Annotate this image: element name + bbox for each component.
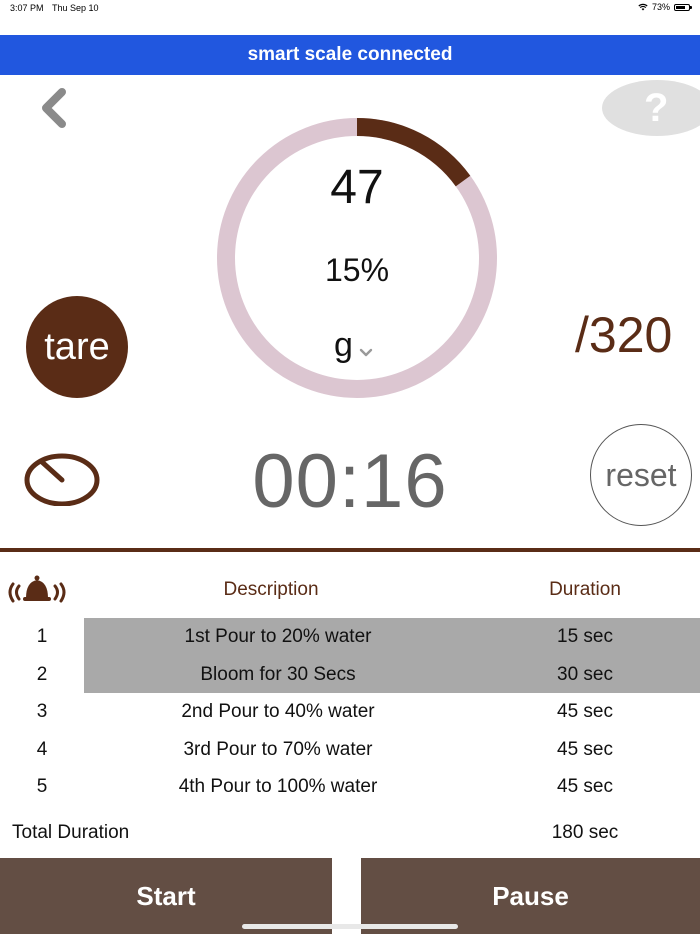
step-duration: 15 sec [557,626,613,647]
pause-button[interactable]: Pause [361,858,700,934]
battery-percent: 73% [651,2,670,12]
question-mark-icon: ? [644,86,669,130]
step-number: 1 [36,626,48,647]
status-date: Thu Sep 10 [52,3,99,13]
step-duration: 45 sec [557,701,613,722]
step-number: 2 [36,663,48,685]
step-row[interactable]: 3 2nd Pour to 40% water 45 sec [0,693,700,731]
step-description: 4th Pour to 100% water [178,776,378,797]
step-description: 2nd Pour to 40% water [181,701,375,722]
start-label: Start [136,880,196,911]
column-header-duration: Duration [549,579,621,600]
step-description: Bloom for 30 Secs [200,663,356,685]
step-number: 5 [36,776,48,797]
step-row[interactable]: 5 4th Pour to 100% water 45 sec [0,768,700,806]
start-button[interactable]: Start [0,858,332,934]
reset-button[interactable]: reset [590,424,692,526]
step-number: 3 [36,701,48,722]
step-description: 1st Pour to 20% water [184,626,372,647]
step-row[interactable]: 1 1st Pour to 20% water 15 sec [0,618,700,656]
unit-selector[interactable]: g [334,326,353,365]
step-row[interactable]: 4 3rd Pour to 70% water 45 sec [0,731,700,769]
chevron-down-icon[interactable] [359,345,373,361]
back-button[interactable] [34,86,72,130]
total-duration-value: 180 sec [551,822,619,843]
step-description: 3rd Pour to 70% water [183,738,373,760]
total-duration-label: Total Duration [12,822,130,843]
pause-label: Pause [492,880,569,911]
step-row[interactable]: 2 Bloom for 30 Secs 30 sec [0,655,700,693]
step-number: 4 [36,738,48,760]
timer-icon [24,453,100,506]
wifi-icon [638,3,648,11]
target-weight: /320 [575,307,673,363]
step-duration: 45 sec [557,738,613,760]
help-button[interactable]: ? [602,80,700,136]
step-duration: 45 sec [557,776,613,797]
weight-percent: 15% [324,252,390,288]
status-indicators: 73% [638,2,692,12]
bell-icon[interactable] [8,572,66,608]
current-weight: 47 [330,161,384,214]
chevron-left-icon [42,88,66,128]
tare-button[interactable]: tare [26,296,128,398]
reset-label: reset [605,456,677,493]
tare-label: tare [44,325,110,368]
battery-icon [674,3,692,11]
step-duration: 30 sec [557,663,613,685]
column-header-description: Description [223,579,319,600]
elapsed-timer: 00:16 [252,439,448,524]
home-indicator [242,924,458,929]
connection-banner-text: smart scale connected [247,44,453,65]
connection-banner: smart scale connected [0,35,700,75]
status-time: 3:07 PM [10,3,44,13]
section-divider [0,548,700,552]
